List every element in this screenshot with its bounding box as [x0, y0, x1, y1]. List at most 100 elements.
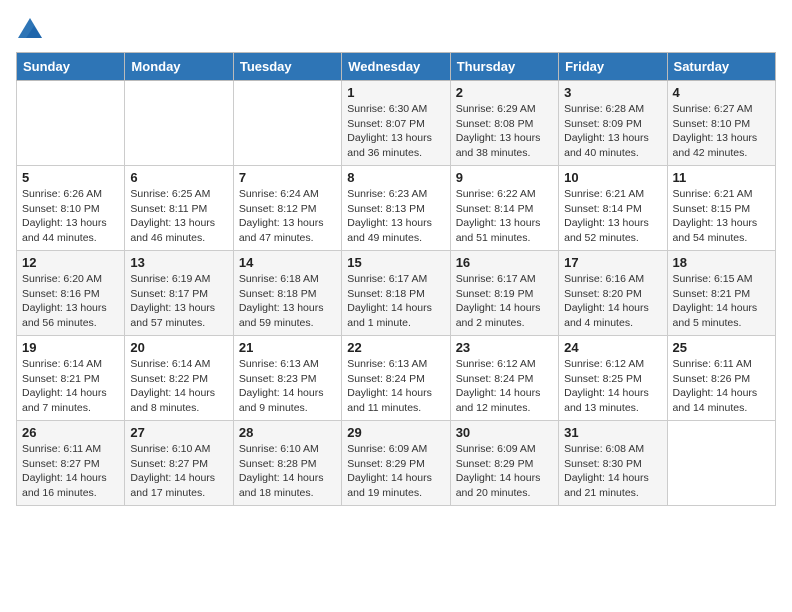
day-info: Sunrise: 6:27 AM Sunset: 8:10 PM Dayligh… [673, 102, 770, 161]
calendar-cell: 11 Sunrise: 6:21 AM Sunset: 8:15 PM Dayli… [667, 166, 775, 251]
day-number: 24 [564, 340, 661, 355]
day-info: Sunrise: 6:30 AM Sunset: 8:07 PM Dayligh… [347, 102, 444, 161]
calendar-cell [233, 81, 341, 166]
calendar-table: SundayMondayTuesdayWednesdayThursdayFrid… [16, 52, 776, 506]
logo-icon [16, 16, 44, 44]
day-info: Sunrise: 6:14 AM Sunset: 8:22 PM Dayligh… [130, 357, 227, 416]
calendar-cell: 10 Sunrise: 6:21 AM Sunset: 8:14 PM Dayli… [559, 166, 667, 251]
calendar-cell: 16 Sunrise: 6:17 AM Sunset: 8:19 PM Dayli… [450, 251, 558, 336]
day-number: 3 [564, 85, 661, 100]
day-number: 11 [673, 170, 770, 185]
calendar-cell: 14 Sunrise: 6:18 AM Sunset: 8:18 PM Dayli… [233, 251, 341, 336]
day-number: 1 [347, 85, 444, 100]
calendar-cell: 29Sunrise: 6:09 AM Sunset: 8:29 PM Dayli… [342, 421, 450, 506]
calendar-cell: 2 Sunrise: 6:29 AM Sunset: 8:08 PM Daylig… [450, 81, 558, 166]
day-info: Sunrise: 6:10 AM Sunset: 8:28 PM Dayligh… [239, 442, 336, 501]
day-info: Sunrise: 6:28 AM Sunset: 8:09 PM Dayligh… [564, 102, 661, 161]
day-info: Sunrise: 6:22 AM Sunset: 8:14 PM Dayligh… [456, 187, 553, 246]
day-number: 2 [456, 85, 553, 100]
day-number: 27 [130, 425, 227, 440]
calendar-cell: 9 Sunrise: 6:22 AM Sunset: 8:14 PM Daylig… [450, 166, 558, 251]
day-info: Sunrise: 6:13 AM Sunset: 8:23 PM Dayligh… [239, 357, 336, 416]
day-number: 28 [239, 425, 336, 440]
day-number: 26 [22, 425, 119, 440]
calendar-cell: 21Sunrise: 6:13 AM Sunset: 8:23 PM Dayli… [233, 336, 341, 421]
calendar-cell: 24 Sunrise: 6:12 AM Sunset: 8:25 PM Dayli… [559, 336, 667, 421]
day-info: Sunrise: 6:17 AM Sunset: 8:18 PM Dayligh… [347, 272, 444, 331]
day-number: 30 [456, 425, 553, 440]
calendar-week-row: 12 Sunrise: 6:20 AM Sunset: 8:16 PM Dayli… [17, 251, 776, 336]
day-info: Sunrise: 6:25 AM Sunset: 8:11 PM Dayligh… [130, 187, 227, 246]
day-info: Sunrise: 6:18 AM Sunset: 8:18 PM Dayligh… [239, 272, 336, 331]
day-number: 9 [456, 170, 553, 185]
calendar-cell: 17 Sunrise: 6:16 AM Sunset: 8:20 PM Dayli… [559, 251, 667, 336]
calendar-cell [125, 81, 233, 166]
col-header-tuesday: Tuesday [233, 53, 341, 81]
calendar-cell: 8 Sunrise: 6:23 AM Sunset: 8:13 PM Daylig… [342, 166, 450, 251]
calendar-week-row: 5 Sunrise: 6:26 AM Sunset: 8:10 PM Daylig… [17, 166, 776, 251]
day-info: Sunrise: 6:24 AM Sunset: 8:12 PM Dayligh… [239, 187, 336, 246]
col-header-wednesday: Wednesday [342, 53, 450, 81]
day-info: Sunrise: 6:15 AM Sunset: 8:21 PM Dayligh… [673, 272, 770, 331]
calendar-cell: 19 Sunrise: 6:14 AM Sunset: 8:21 PM Dayli… [17, 336, 125, 421]
calendar-cell: 30 Sunrise: 6:09 AM Sunset: 8:29 PM Dayli… [450, 421, 558, 506]
day-number: 14 [239, 255, 336, 270]
day-number: 29 [347, 425, 444, 440]
calendar-cell: 15Sunrise: 6:17 AM Sunset: 8:18 PM Dayli… [342, 251, 450, 336]
day-number: 6 [130, 170, 227, 185]
calendar-cell [667, 421, 775, 506]
day-number: 16 [456, 255, 553, 270]
day-number: 12 [22, 255, 119, 270]
calendar-cell: 12 Sunrise: 6:20 AM Sunset: 8:16 PM Dayli… [17, 251, 125, 336]
calendar-week-row: 19 Sunrise: 6:14 AM Sunset: 8:21 PM Dayli… [17, 336, 776, 421]
day-info: Sunrise: 6:12 AM Sunset: 8:25 PM Dayligh… [564, 357, 661, 416]
day-info: Sunrise: 6:09 AM Sunset: 8:29 PM Dayligh… [456, 442, 553, 501]
calendar-cell: 20 Sunrise: 6:14 AM Sunset: 8:22 PM Dayli… [125, 336, 233, 421]
calendar-cell: 3 Sunrise: 6:28 AM Sunset: 8:09 PM Daylig… [559, 81, 667, 166]
day-info: Sunrise: 6:17 AM Sunset: 8:19 PM Dayligh… [456, 272, 553, 331]
calendar-cell: 13 Sunrise: 6:19 AM Sunset: 8:17 PM Dayli… [125, 251, 233, 336]
day-info: Sunrise: 6:19 AM Sunset: 8:17 PM Dayligh… [130, 272, 227, 331]
day-info: Sunrise: 6:14 AM Sunset: 8:21 PM Dayligh… [22, 357, 119, 416]
day-info: Sunrise: 6:26 AM Sunset: 8:10 PM Dayligh… [22, 187, 119, 246]
day-number: 25 [673, 340, 770, 355]
day-info: Sunrise: 6:23 AM Sunset: 8:13 PM Dayligh… [347, 187, 444, 246]
page-header [16, 16, 776, 44]
calendar-cell: 1 Sunrise: 6:30 AM Sunset: 8:07 PM Daylig… [342, 81, 450, 166]
day-info: Sunrise: 6:16 AM Sunset: 8:20 PM Dayligh… [564, 272, 661, 331]
calendar-cell [17, 81, 125, 166]
day-number: 20 [130, 340, 227, 355]
calendar-cell: 26 Sunrise: 6:11 AM Sunset: 8:27 PM Dayli… [17, 421, 125, 506]
calendar-week-row: 26 Sunrise: 6:11 AM Sunset: 8:27 PM Dayli… [17, 421, 776, 506]
calendar-cell: 4 Sunrise: 6:27 AM Sunset: 8:10 PM Daylig… [667, 81, 775, 166]
day-number: 17 [564, 255, 661, 270]
col-header-thursday: Thursday [450, 53, 558, 81]
col-header-saturday: Saturday [667, 53, 775, 81]
calendar-cell: 23Sunrise: 6:12 AM Sunset: 8:24 PM Dayli… [450, 336, 558, 421]
day-info: Sunrise: 6:20 AM Sunset: 8:16 PM Dayligh… [22, 272, 119, 331]
day-info: Sunrise: 6:10 AM Sunset: 8:27 PM Dayligh… [130, 442, 227, 501]
day-number: 4 [673, 85, 770, 100]
day-info: Sunrise: 6:08 AM Sunset: 8:30 PM Dayligh… [564, 442, 661, 501]
calendar-week-row: 1 Sunrise: 6:30 AM Sunset: 8:07 PM Daylig… [17, 81, 776, 166]
day-info: Sunrise: 6:21 AM Sunset: 8:15 PM Dayligh… [673, 187, 770, 246]
day-info: Sunrise: 6:13 AM Sunset: 8:24 PM Dayligh… [347, 357, 444, 416]
day-number: 23 [456, 340, 553, 355]
calendar-cell: 6 Sunrise: 6:25 AM Sunset: 8:11 PM Daylig… [125, 166, 233, 251]
logo [16, 16, 48, 44]
calendar-cell: 31Sunrise: 6:08 AM Sunset: 8:30 PM Dayli… [559, 421, 667, 506]
day-number: 5 [22, 170, 119, 185]
col-header-friday: Friday [559, 53, 667, 81]
day-info: Sunrise: 6:21 AM Sunset: 8:14 PM Dayligh… [564, 187, 661, 246]
day-info: Sunrise: 6:11 AM Sunset: 8:27 PM Dayligh… [22, 442, 119, 501]
calendar-cell: 25 Sunrise: 6:11 AM Sunset: 8:26 PM Dayli… [667, 336, 775, 421]
calendar-cell: 28 Sunrise: 6:10 AM Sunset: 8:28 PM Dayli… [233, 421, 341, 506]
day-number: 19 [22, 340, 119, 355]
col-header-sunday: Sunday [17, 53, 125, 81]
col-header-monday: Monday [125, 53, 233, 81]
day-info: Sunrise: 6:11 AM Sunset: 8:26 PM Dayligh… [673, 357, 770, 416]
day-info: Sunrise: 6:29 AM Sunset: 8:08 PM Dayligh… [456, 102, 553, 161]
day-number: 8 [347, 170, 444, 185]
day-number: 13 [130, 255, 227, 270]
day-number: 10 [564, 170, 661, 185]
